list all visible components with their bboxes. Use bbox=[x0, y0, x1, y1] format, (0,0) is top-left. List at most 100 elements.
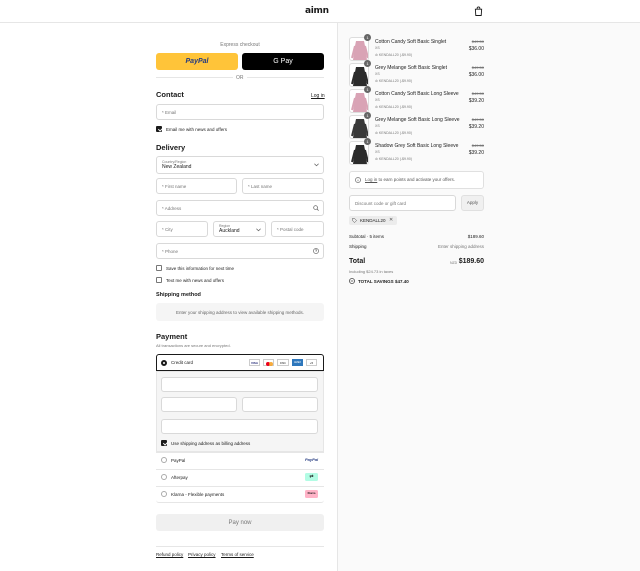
product-name: Cotton Candy Soft Basic Singlet bbox=[375, 39, 447, 45]
pay-now-button[interactable]: Pay now bbox=[156, 514, 324, 531]
terms-of-service-link[interactable]: Terms of service bbox=[221, 552, 254, 557]
header: aimn bbox=[0, 0, 640, 23]
shipping-value: Enter shipping address bbox=[437, 244, 484, 249]
discount-code-field[interactable]: Discount code or gift card bbox=[349, 195, 456, 211]
help-icon[interactable] bbox=[313, 248, 319, 254]
login-link[interactable]: Log in bbox=[311, 93, 325, 99]
original-price: $49.50 bbox=[471, 91, 484, 96]
paypal-radio[interactable] bbox=[161, 457, 167, 463]
sale-price: $39.20 bbox=[468, 98, 484, 104]
loyalty-login-link[interactable]: Log in bbox=[365, 177, 377, 182]
country-select[interactable]: Country/Region New Zealand bbox=[156, 156, 324, 174]
shipping-label: Shipping bbox=[349, 244, 367, 249]
contact-heading: Contact bbox=[156, 90, 184, 99]
email-news-checkbox[interactable] bbox=[156, 126, 162, 132]
region-value: Auckland bbox=[219, 228, 240, 234]
card-cvv-field[interactable] bbox=[242, 397, 318, 412]
phone-placeholder: * Phone bbox=[162, 248, 179, 254]
shipping-note: Enter your shipping address to view avai… bbox=[175, 309, 305, 315]
product-discount: ⊘ KENDALL20 (-$9.90) bbox=[375, 157, 412, 161]
footer-divider bbox=[156, 546, 324, 547]
cart-line-item: 1 Cotton Candy Soft Basic Long Sleeve XS ⊘ … bbox=[349, 86, 489, 113]
discount-placeholder: Discount code or gift card bbox=[355, 200, 407, 206]
card-badge-more: +5 bbox=[306, 359, 317, 366]
apply-discount-button[interactable]: Apply bbox=[461, 195, 484, 211]
email-news-label: Email me with news and offers bbox=[166, 127, 227, 132]
paypal-express-button[interactable]: PayPal bbox=[156, 53, 238, 70]
subtotal-label: Subtotal · 5 items bbox=[349, 234, 385, 239]
store-logo[interactable]: aimn bbox=[305, 6, 329, 16]
city-field[interactable]: * City bbox=[156, 221, 208, 237]
chevron-down-icon bbox=[314, 163, 319, 167]
email-placeholder: * Email bbox=[162, 109, 177, 115]
afterpay-radio[interactable] bbox=[161, 474, 167, 480]
loyalty-rest: to earn points and activate your offers. bbox=[377, 177, 455, 182]
search-icon bbox=[313, 205, 319, 211]
sale-price: $36.00 bbox=[468, 72, 484, 78]
pay-now-label: Pay now bbox=[228, 519, 252, 526]
product-image bbox=[351, 119, 368, 138]
cart-line-item: 1 Grey Melange Soft Basic Long Sleeve XS ⊘ … bbox=[349, 112, 489, 139]
postal-code-field[interactable]: * Postal code bbox=[271, 221, 324, 237]
shipping-method-box: Enter your shipping address to view avai… bbox=[156, 303, 324, 321]
product-name: Grey Melange Soft Basic Singlet bbox=[375, 65, 447, 71]
email-field[interactable]: * Email bbox=[156, 104, 324, 120]
card-name-field[interactable] bbox=[161, 419, 318, 434]
last-name-field[interactable]: * Last name bbox=[242, 178, 324, 194]
text-me-label: Text me with news and offers bbox=[166, 278, 224, 283]
credit-card-radio[interactable] bbox=[161, 360, 167, 366]
savings-label-text: TOTAL SAVINGS bbox=[358, 279, 394, 284]
klarna-radio[interactable] bbox=[161, 491, 167, 497]
product-discount: ⊘ KENDALL20 (-$9.90) bbox=[375, 53, 412, 57]
product-size: XS bbox=[375, 46, 380, 50]
text-me-checkbox[interactable] bbox=[156, 277, 162, 283]
first-name-field[interactable]: * First name bbox=[156, 178, 237, 194]
google-pay-button[interactable]: G Pay bbox=[242, 53, 324, 70]
quantity-badge: 1 bbox=[364, 86, 371, 93]
original-price: $49.50 bbox=[471, 65, 484, 70]
paypal-logo: PayPal bbox=[185, 58, 209, 65]
paypal-logo: PayPal bbox=[305, 457, 319, 462]
card-badge-visa: VISA bbox=[249, 359, 260, 366]
original-price: $49.50 bbox=[471, 143, 484, 148]
original-price: $49.50 bbox=[471, 117, 484, 122]
address-placeholder: * Address bbox=[162, 205, 182, 211]
tag-icon bbox=[352, 218, 357, 223]
total-label: Total bbox=[349, 258, 366, 265]
afterpay-logo-icon: ⇄ bbox=[305, 473, 318, 481]
refund-policy-link[interactable]: Refund policy bbox=[156, 552, 183, 557]
delivery-heading: Delivery bbox=[156, 143, 186, 152]
or-label: OR bbox=[233, 75, 247, 81]
billing-address-checkbox[interactable] bbox=[161, 440, 167, 446]
product-discount-text: KENDALL20 (-$9.90) bbox=[378, 105, 412, 109]
apply-label: Apply bbox=[466, 200, 479, 205]
city-placeholder: * City bbox=[162, 226, 173, 232]
total-value: $189.60 bbox=[458, 258, 484, 265]
privacy-policy-link[interactable]: Privacy policy bbox=[188, 552, 216, 557]
product-discount-text: KENDALL20 (-$9.90) bbox=[378, 53, 412, 57]
google-pay-logo: G Pay bbox=[273, 58, 293, 65]
credit-card-label: Credit card bbox=[171, 360, 194, 365]
sale-price: $36.00 bbox=[468, 46, 484, 52]
save-info-checkbox[interactable] bbox=[156, 265, 162, 271]
discount-tag-code: KENDALL20 bbox=[360, 218, 386, 223]
address-field[interactable]: * Address bbox=[156, 200, 324, 216]
express-checkout-title: Express checkout bbox=[220, 42, 260, 48]
product-image bbox=[351, 145, 368, 164]
total-savings-label: TOTAL SAVINGS $47.40 bbox=[358, 279, 409, 284]
sale-price: $39.20 bbox=[468, 124, 484, 130]
cart-line-item: 1 Cotton Candy Soft Basic Singlet XS ⊘ KEND… bbox=[349, 34, 489, 61]
product-discount-text: KENDALL20 (-$9.90) bbox=[378, 79, 412, 83]
shopping-bag-icon[interactable] bbox=[474, 6, 483, 16]
info-icon bbox=[355, 177, 361, 183]
quantity-badge: 1 bbox=[364, 34, 371, 41]
card-expiry-field[interactable] bbox=[161, 397, 237, 412]
remove-discount-icon[interactable]: ✕ bbox=[389, 217, 393, 223]
original-price: $49.50 bbox=[471, 39, 484, 44]
phone-field[interactable]: * Phone bbox=[156, 243, 324, 259]
product-size: XS bbox=[375, 124, 380, 128]
card-number-field[interactable] bbox=[161, 377, 318, 392]
card-badge-discover: DISC bbox=[277, 359, 289, 366]
billing-address-label: Use shipping address as billing address bbox=[171, 441, 251, 446]
klarna-logo-icon: Klarna bbox=[305, 490, 318, 498]
